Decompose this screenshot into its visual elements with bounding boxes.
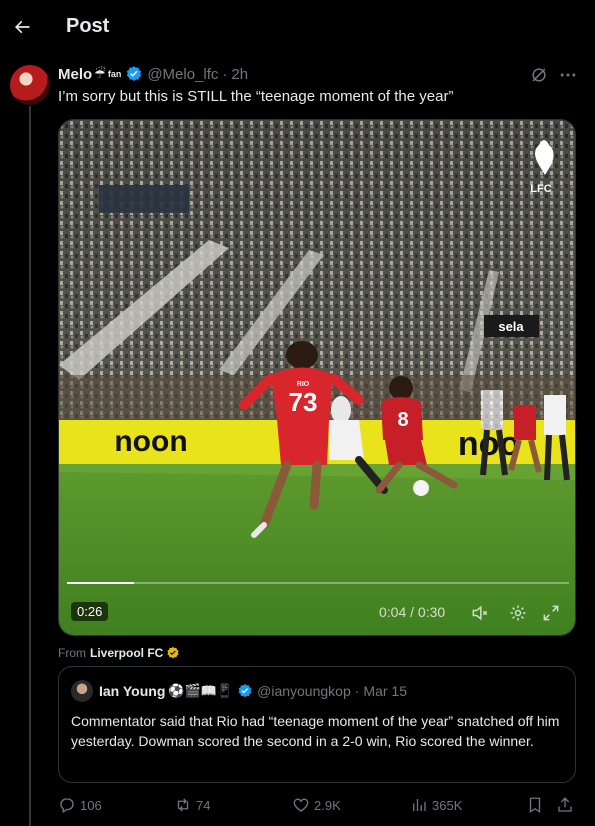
fullscreen-icon[interactable]: [541, 603, 561, 623]
share-button[interactable]: [554, 794, 576, 816]
repost-count: 74: [196, 797, 211, 813]
more-options-icon[interactable]: [558, 65, 578, 85]
like-count: 2.9K: [314, 797, 341, 813]
thread-line: [29, 106, 31, 826]
separator-dot: ·: [222, 65, 228, 83]
author-name[interactable]: Melo: [58, 66, 92, 83]
settings-gear-icon[interactable]: [508, 603, 528, 623]
quoted-author-row: Ian Young ⚽🎬📖📱 @ianyoungkop · Mar 15: [99, 681, 407, 701]
video-progress-fill: [67, 582, 134, 584]
verified-badge-icon: [125, 65, 143, 83]
separator-dot: ·: [354, 683, 360, 699]
verified-badge-icon: [237, 683, 253, 699]
views-button[interactable]: 365K: [410, 794, 462, 816]
bookmark-button[interactable]: [524, 794, 546, 816]
page-title: Post: [66, 15, 110, 37]
quoted-author-avatar[interactable]: [71, 680, 93, 702]
video-timecode: 0:04 / 0:30: [379, 604, 446, 620]
view-count: 365K: [432, 797, 463, 813]
quoted-author-name[interactable]: Ian Young: [99, 683, 165, 699]
reply-button[interactable]: 106: [58, 794, 102, 816]
player-number-73: 73: [289, 387, 318, 417]
video-duration-badge: 0:26: [71, 602, 109, 621]
quoted-author-handle[interactable]: @ianyoungkop: [257, 683, 351, 699]
post-author-row: Melo ☔ fan @Melo_lfc · 2h: [58, 64, 248, 84]
bookmark-icon: [529, 797, 541, 814]
media-source-name[interactable]: Liverpool FC: [90, 646, 163, 660]
reply-count: 106: [80, 797, 102, 813]
media-source-line: From Liverpool FC: [58, 644, 180, 662]
author-name-emoji: ☔: [94, 66, 106, 81]
quoted-post[interactable]: Ian Young ⚽🎬📖📱 @ianyoungkop · Mar 15 Com…: [58, 666, 576, 783]
video-progress-bar[interactable]: [67, 582, 569, 584]
ball: [413, 480, 429, 496]
author-avatar[interactable]: [10, 65, 50, 105]
from-prefix: From: [58, 646, 86, 660]
repost-icon: [177, 798, 189, 812]
repost-button[interactable]: 74: [174, 794, 210, 816]
reply-icon: [60, 798, 74, 813]
post-time[interactable]: 2h: [231, 66, 248, 83]
share-icon: [558, 797, 572, 812]
quoted-post-date[interactable]: Mar 15: [363, 683, 407, 699]
like-button[interactable]: 2.9K: [292, 794, 341, 816]
author-handle[interactable]: @Melo_lfc: [147, 66, 218, 83]
quoted-author-emoji: ⚽🎬📖📱: [168, 683, 234, 698]
grok-icon[interactable]: [529, 65, 549, 85]
top-bar: Post: [0, 0, 595, 53]
action-bar: 106 74 2.9K 365K: [58, 794, 576, 816]
author-fan-tag: fan: [107, 69, 122, 79]
mute-icon[interactable]: [470, 603, 490, 623]
crest-text: LFC: [530, 183, 551, 195]
back-button[interactable]: [2, 7, 42, 47]
heart-icon: [293, 798, 309, 812]
video-player[interactable]: sela noon noo 73 RIO 8 LFC 0:26 0:04 / 0…: [58, 119, 576, 636]
analytics-icon: [413, 799, 426, 811]
player-number-8: 8: [397, 409, 408, 431]
board-text-left: noon: [114, 425, 187, 458]
quoted-post-text: Commentator said that Rio had “teenage m…: [71, 713, 560, 749]
post-text: I’m sorry but this is STILL the “teenage…: [58, 88, 454, 105]
video-frame: sela noon noo 73 RIO 8 LFC: [59, 120, 575, 635]
arrow-left-icon: [15, 20, 30, 33]
player-shirt-name: RIO: [297, 381, 310, 388]
sponsor-board-text: sela: [498, 319, 524, 334]
verified-gold-badge-icon: [166, 646, 180, 660]
